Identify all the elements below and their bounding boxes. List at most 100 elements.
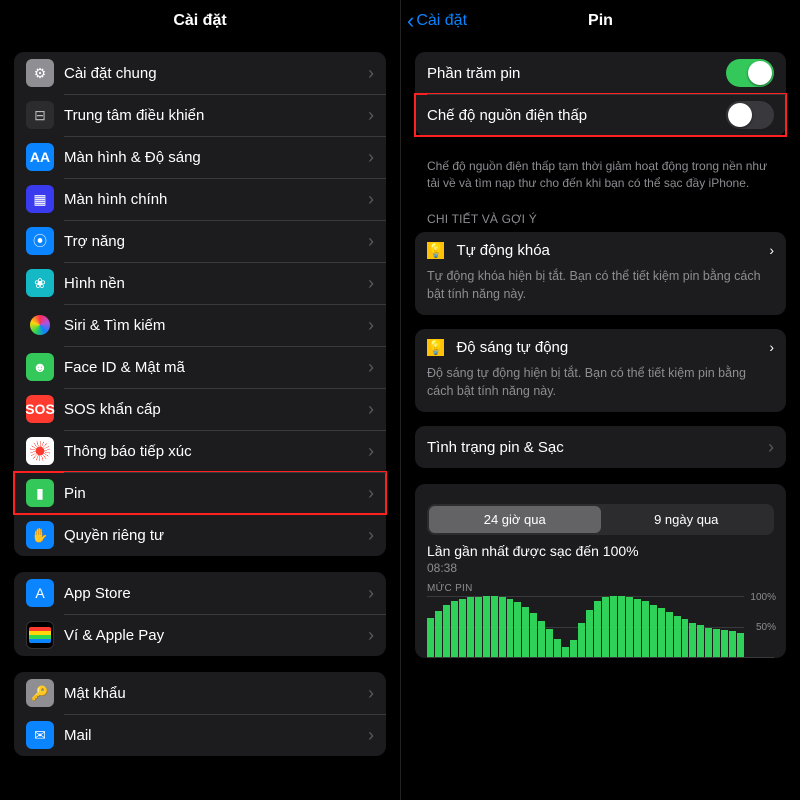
row-battery-percentage[interactable]: Phần trăm pin [415, 52, 786, 94]
row-label: Hình nền [64, 275, 362, 292]
chevron-right-icon: › [368, 274, 374, 292]
row-faceid-passcode[interactable]: ☻ Face ID & Mật mã › [14, 346, 386, 388]
toggle-battery-percentage[interactable] [726, 59, 774, 87]
row-accessibility[interactable]: ⦿ Trợ năng › [14, 220, 386, 262]
segment-9d[interactable]: 9 ngày qua [601, 506, 773, 533]
row-battery[interactable]: ▮Pin› [14, 472, 386, 514]
suggestion-auto-brightness[interactable]: 💡 Độ sáng tự động › Độ sáng tự động hiện… [415, 329, 786, 412]
row-general-icon: ⚙ [26, 59, 54, 87]
row-control-center[interactable]: ⊟ Trung tâm điều khiển › [14, 94, 386, 136]
row-control-center-icon: ⊟ [26, 101, 54, 129]
row-label: App Store [64, 585, 362, 602]
row-display-brightness[interactable]: AA Màn hình & Độ sáng › [14, 136, 386, 178]
suggestions-header: CHI TIẾT VÀ GỢI Ý [415, 206, 786, 232]
row-display-brightness-icon: AA [26, 143, 54, 171]
row-label: Pin [64, 485, 362, 502]
row-siri-search-icon [26, 311, 54, 339]
row-passwords[interactable]: 🔑 Mật khẩu › [14, 672, 386, 714]
row-app-store[interactable]: A App Store › [14, 572, 386, 614]
low-power-footnote: Chế độ nguồn điện thấp tạm thời giảm hoạ… [415, 152, 786, 206]
chevron-right-icon: › [769, 339, 774, 355]
row-mail[interactable]: ✉Mail› [14, 714, 386, 756]
back-button[interactable]: ‹ Cài đặt [401, 10, 467, 32]
row-exposure-notifications[interactable]: Thông báo tiếp xúc › [14, 430, 386, 472]
chevron-right-icon: › [768, 438, 774, 456]
chevron-right-icon: › [368, 190, 374, 208]
chevron-right-icon: › [769, 242, 774, 258]
row-home-screen[interactable]: ▦ Màn hình chính › [14, 178, 386, 220]
battery-usage-panel: 24 giờ qua 9 ngày qua Lần gần nhất được … [415, 484, 786, 658]
gridline-100: 100% [750, 592, 776, 603]
chevron-right-icon: › [368, 358, 374, 376]
row-passwords-icon: 🔑 [26, 679, 54, 707]
battery-screen: ‹ Cài đặt Pin Phần trăm pin Chế độ nguồn… [400, 0, 800, 800]
settings-group-store: A App Store › Ví & Apple Pay› [14, 572, 386, 656]
settings-group-accounts: 🔑Mật khẩu›✉Mail› [14, 672, 386, 756]
row-exposure-notifications-icon [26, 437, 54, 465]
chevron-right-icon: › [368, 106, 374, 124]
toggle-low-power-mode[interactable] [726, 101, 774, 129]
row-battery-health[interactable]: Tình trạng pin & Sạc › [415, 426, 786, 468]
time-range-segmented[interactable]: 24 giờ qua 9 ngày qua [427, 504, 774, 535]
row-wallpaper[interactable]: ❀ Hình nền › [14, 262, 386, 304]
gridline-50: 50% [756, 622, 776, 633]
settings-screen: Cài đặt ⚙ Cài đặt chung › ⊟ Trung tâm điều k… [0, 0, 400, 800]
chevron-right-icon: › [368, 684, 374, 702]
row-label: Cài đặt chung [64, 65, 362, 82]
header: ‹ Cài đặt Pin [401, 0, 800, 42]
chevron-right-icon: › [368, 726, 374, 744]
row-label: Thông báo tiếp xúc [64, 443, 362, 460]
label: Phần trăm pin [427, 65, 726, 82]
back-label: Cài đặt [416, 12, 467, 30]
row-label: Trung tâm điều khiển [64, 107, 362, 124]
row-label: Mật khẩu [64, 685, 362, 702]
last-charge-label: Lần gần nhất được sạc đến 100% [427, 543, 774, 559]
bulb-icon: 💡 [427, 339, 444, 356]
row-wallet-applepay[interactable]: Ví & Apple Pay› [14, 614, 386, 656]
chevron-right-icon: › [368, 64, 374, 82]
chevron-right-icon: › [368, 148, 374, 166]
row-label: Ví & Apple Pay [64, 627, 362, 644]
row-accessibility-icon: ⦿ [26, 227, 54, 255]
chevron-right-icon: › [368, 316, 374, 334]
row-privacy[interactable]: ✋Quyền riêng tư› [14, 514, 386, 556]
row-label: Face ID & Mật mã [64, 359, 362, 376]
row-faceid-passcode-icon: ☻ [26, 353, 54, 381]
row-battery-icon: ▮ [26, 479, 54, 507]
chart-title: MỨC PIN [427, 583, 774, 594]
row-label: Quyền riêng tư [64, 527, 362, 544]
suggestion-title: Độ sáng tự động [456, 339, 769, 356]
row-label: Siri & Tìm kiếm [64, 317, 362, 334]
suggestion-desc: Tự động khóa hiện bị tắt. Bạn có thể tiế… [415, 263, 786, 315]
row-emergency-sos-icon: SOS [26, 395, 54, 423]
row-general[interactable]: ⚙ Cài đặt chung › [14, 52, 386, 94]
row-siri-search[interactable]: Siri & Tìm kiếm › [14, 304, 386, 346]
row-label: SOS khẩn cấp [64, 401, 362, 418]
row-emergency-sos[interactable]: SOS SOS khẩn cấp › [14, 388, 386, 430]
settings-list[interactable]: ⚙ Cài đặt chung › ⊟ Trung tâm điều khiển › AA M… [0, 42, 400, 800]
last-charge-time: 08:38 [427, 561, 774, 575]
chevron-right-icon: › [368, 584, 374, 602]
row-label: Màn hình chính [64, 191, 362, 208]
bulb-icon: 💡 [427, 242, 444, 259]
row-home-screen-icon: ▦ [26, 185, 54, 213]
toggle-group: Phần trăm pin Chế độ nguồn điện thấp [415, 52, 786, 136]
battery-level-chart: 100% 50% [427, 596, 774, 658]
page-title: Cài đặt [0, 12, 400, 30]
chevron-right-icon: › [368, 232, 374, 250]
row-app-store-icon: A [26, 579, 54, 607]
row-wallet-applepay-icon [26, 621, 54, 649]
row-label: Màn hình & Độ sáng [64, 149, 362, 166]
segment-24h[interactable]: 24 giờ qua [429, 506, 601, 533]
suggestion-auto-lock[interactable]: 💡 Tự động khóa › Tự động khóa hiện bị tắ… [415, 232, 786, 315]
battery-content[interactable]: Phần trăm pin Chế độ nguồn điện thấp Chế… [401, 42, 800, 800]
row-low-power-mode[interactable]: Chế độ nguồn điện thấp [415, 94, 786, 136]
label: Tình trạng pin & Sạc [427, 439, 762, 456]
chevron-right-icon: › [368, 442, 374, 460]
row-label: Trợ năng [64, 233, 362, 250]
row-wallpaper-icon: ❀ [26, 269, 54, 297]
settings-group-main: ⚙ Cài đặt chung › ⊟ Trung tâm điều khiển › AA M… [14, 52, 386, 556]
chevron-right-icon: › [368, 400, 374, 418]
row-mail-icon: ✉ [26, 721, 54, 749]
suggestion-title: Tự động khóa [456, 242, 769, 259]
